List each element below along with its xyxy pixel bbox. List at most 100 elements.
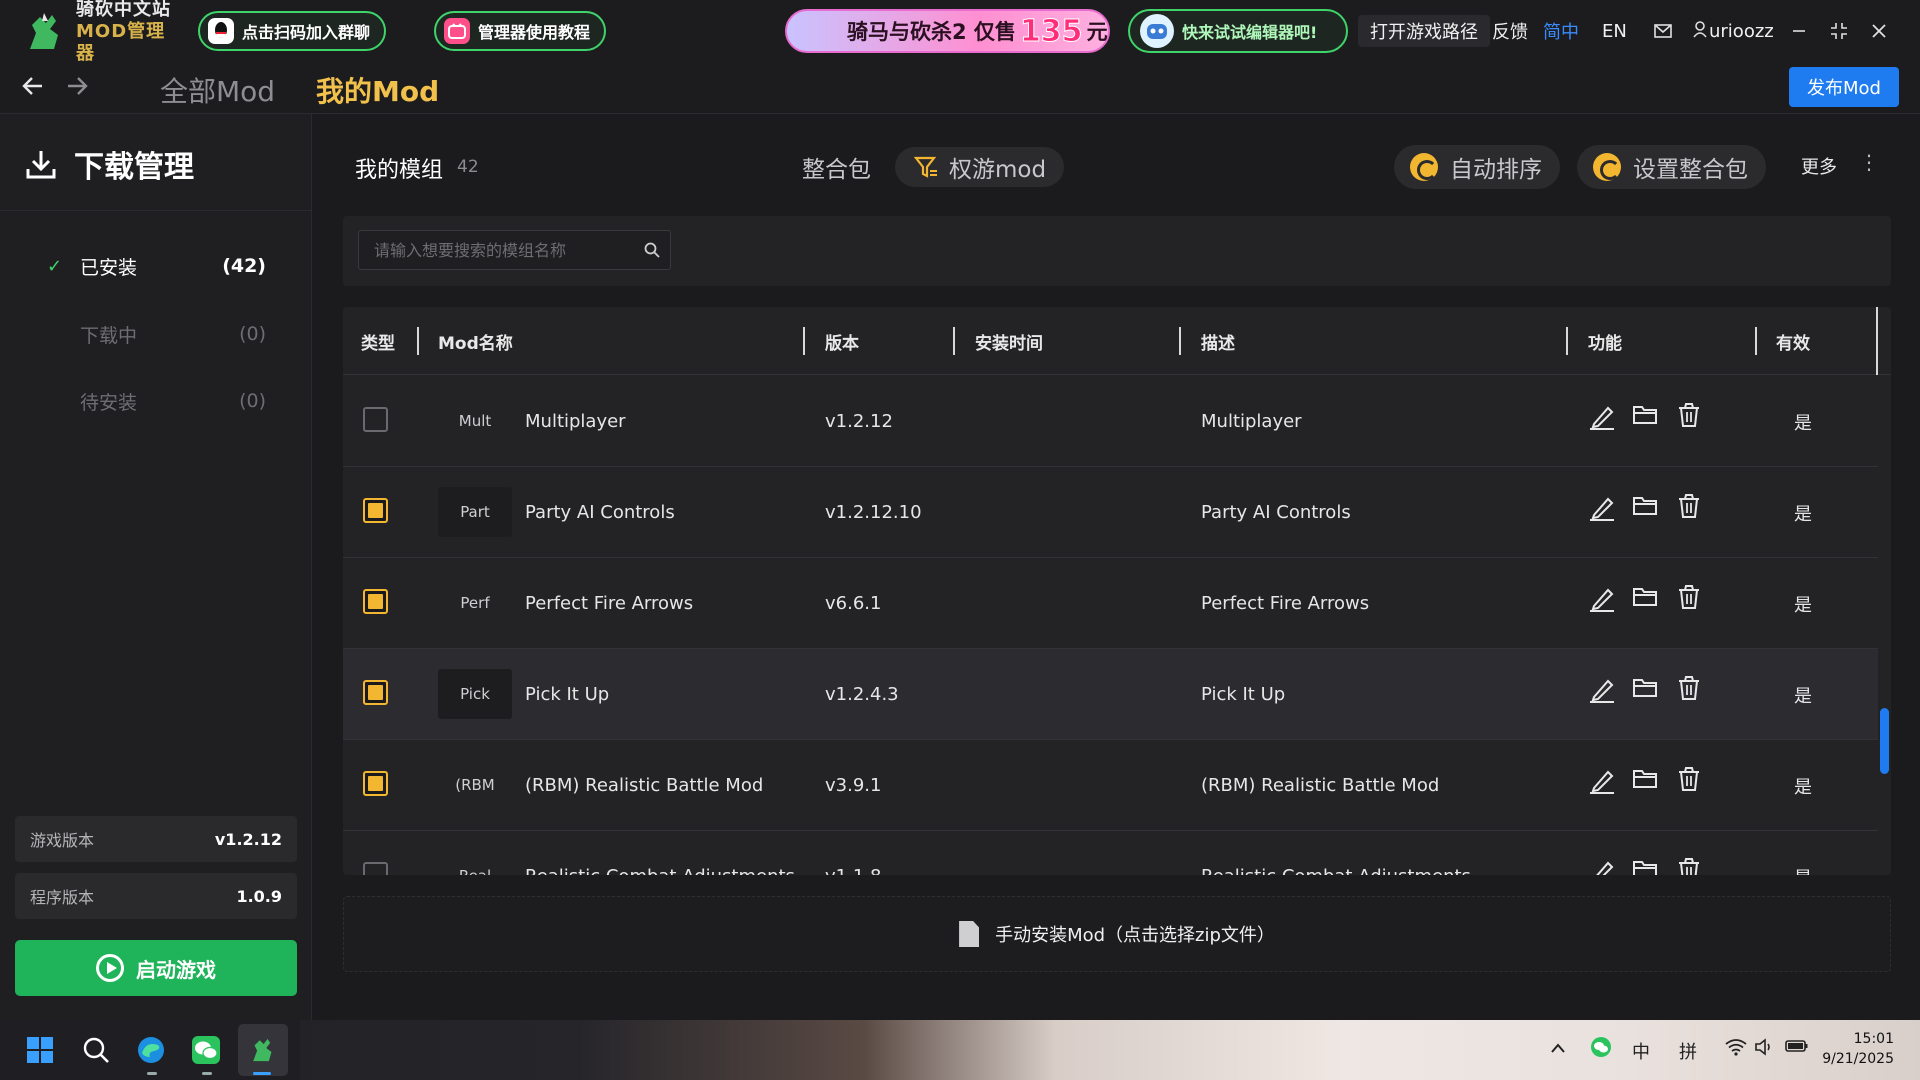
header-functions[interactable]: 功能 [1588, 307, 1622, 375]
column-resize-handle[interactable] [1566, 327, 1568, 355]
publish-mod-button[interactable]: 发布Mod [1789, 67, 1899, 107]
folder-icon[interactable] [1632, 857, 1660, 875]
sidebar-item-pending[interactable]: 待安装 (0) [0, 377, 312, 425]
table-row[interactable]: Part Party AI Controls v1.2.12.10 Party AI … [343, 467, 1878, 558]
table-row[interactable]: Mult Multiplayer v1.2.12 Multiplayer 是 [343, 376, 1878, 467]
tray-wechat-icon[interactable] [1590, 1036, 1612, 1063]
game-version-box: 游戏版本 v1.2.12 [15, 816, 297, 862]
start-game-button[interactable]: 启动游戏 [15, 940, 297, 996]
volume-icon[interactable] [1754, 1038, 1774, 1061]
sidebar-item-downloading[interactable]: 下载中 (0) [0, 310, 312, 358]
folder-icon[interactable] [1632, 675, 1660, 703]
system-clock[interactable]: 15:01 9/21/2025 [1822, 1029, 1894, 1069]
folder-icon[interactable] [1632, 402, 1660, 430]
row-version: v1.2.4.3 [825, 684, 899, 705]
delete-icon[interactable] [1676, 857, 1704, 875]
wechat-icon[interactable] [190, 1034, 222, 1066]
edit-icon[interactable] [1588, 402, 1616, 430]
user-account[interactable]: urioozz [1693, 15, 1774, 47]
wifi-icon[interactable] [1725, 1038, 1747, 1061]
mod-manager-taskbar-icon[interactable] [247, 1034, 279, 1066]
row-type: (RBM [455, 776, 495, 794]
editor-banner-text: 快来试试编辑器吧! [1182, 23, 1318, 42]
mail-icon[interactable] [1650, 18, 1676, 44]
row-valid: 是 [1794, 685, 1812, 707]
taskbar-indicator [202, 1072, 212, 1075]
column-resize-handle[interactable] [417, 327, 419, 355]
delete-icon[interactable] [1676, 493, 1704, 521]
table-row[interactable]: (RBM (RBM) Realistic Battle Mod v3.9.1 (RBM… [343, 740, 1878, 831]
header-description[interactable]: 描述 [1201, 307, 1235, 375]
delete-icon[interactable] [1676, 584, 1704, 612]
back-arrow-icon[interactable] [20, 72, 46, 107]
tab-mod-pack[interactable]: 整合包 [802, 147, 871, 187]
edit-icon[interactable] [1588, 857, 1616, 875]
edit-icon[interactable] [1588, 584, 1616, 612]
delete-icon[interactable] [1676, 402, 1704, 430]
row-type: Perf [460, 594, 490, 612]
column-resize-handle[interactable] [1179, 327, 1181, 355]
table-scrollbar-thumb[interactable] [1880, 708, 1889, 774]
row-checkbox[interactable] [363, 771, 388, 796]
tab-quanyou-mod[interactable]: 权游mod [895, 147, 1065, 187]
column-resize-handle[interactable] [953, 327, 955, 355]
auto-sort-button[interactable]: 自动排序 [1394, 145, 1560, 189]
minimize-icon[interactable] [1786, 18, 1812, 44]
row-valid: 是 [1794, 776, 1812, 798]
feedback-button[interactable]: 反馈 [1492, 15, 1528, 47]
ime-mode-indicator[interactable]: 拼 [1679, 1038, 1697, 1064]
username: urioozz [1709, 20, 1774, 42]
header-version[interactable]: 版本 [825, 307, 859, 375]
delete-icon[interactable] [1676, 766, 1704, 794]
folder-icon[interactable] [1632, 584, 1660, 612]
sale-banner[interactable]: 骑马与砍杀2 仅售 135 元 [785, 9, 1110, 53]
delete-icon[interactable] [1676, 675, 1704, 703]
header-install-time[interactable]: 安装时间 [975, 307, 1043, 375]
folder-icon[interactable] [1632, 493, 1660, 521]
sidebar-item-installed[interactable]: ✓ 已安装 (42) [0, 242, 312, 290]
table-row[interactable]: Pick Pick It Up v1.2.4.3 Pick It Up 是 [343, 649, 1878, 740]
edit-icon[interactable] [1588, 493, 1616, 521]
join-group-button[interactable]: 点击扫码加入群聊 [198, 11, 387, 51]
table-row[interactable]: Real Realistic Combat Adjustments v1.1.8 Re… [343, 831, 1878, 875]
maximize-icon[interactable] [1826, 18, 1852, 44]
battery-icon[interactable] [1785, 1038, 1809, 1059]
lang-en-button[interactable]: EN [1602, 15, 1627, 47]
table-row[interactable]: Perf Perfect Fire Arrows v6.6.1 Perfect Fir… [343, 558, 1878, 649]
row-checkbox[interactable] [363, 498, 388, 523]
open-game-path-button[interactable]: 打开游戏路径 [1358, 15, 1490, 47]
lang-zh-button[interactable]: 简中 [1543, 15, 1579, 47]
windows-start-icon[interactable] [24, 1034, 56, 1066]
edge-browser-icon[interactable] [135, 1034, 167, 1066]
row-version: v3.9.1 [825, 775, 882, 796]
ime-lang-indicator[interactable]: 中 [1632, 1038, 1650, 1064]
table-scrollbar-track[interactable] [1878, 375, 1891, 875]
column-resize-handle[interactable] [1755, 327, 1757, 355]
header-valid[interactable]: 有效 [1776, 307, 1810, 375]
sidebar-item-label: 下载中 [80, 324, 138, 347]
manual-install-zone[interactable]: 手动安装Mod（点击选择zip文件） [343, 896, 1891, 972]
search-taskbar-icon[interactable] [80, 1034, 112, 1066]
tab-all-mods[interactable]: 全部Mod [160, 70, 275, 110]
folder-icon[interactable] [1632, 766, 1660, 794]
search-input[interactable] [359, 240, 629, 260]
forward-arrow-icon[interactable] [64, 72, 90, 107]
edit-icon[interactable] [1588, 766, 1616, 794]
edit-icon[interactable] [1588, 675, 1616, 703]
more-dots-icon[interactable]: ⋮ [1859, 150, 1879, 174]
header-type[interactable]: 类型 [361, 307, 395, 375]
column-resize-handle[interactable] [803, 327, 805, 355]
row-checkbox[interactable] [363, 680, 388, 705]
row-checkbox[interactable] [363, 589, 388, 614]
tab-my-mods[interactable]: 我的Mod [316, 70, 439, 110]
close-icon[interactable] [1866, 18, 1892, 44]
row-checkbox[interactable] [363, 862, 388, 875]
header-mod-name[interactable]: Mod名称 [438, 307, 513, 375]
tray-chevron-icon[interactable] [1550, 1038, 1566, 1059]
row-description: Party AI Controls [1201, 502, 1351, 523]
search-icon[interactable] [644, 242, 660, 258]
more-button[interactable]: 更多 [1801, 153, 1837, 179]
set-mod-pack-button[interactable]: 设置整合包 [1577, 145, 1766, 189]
row-checkbox[interactable] [363, 407, 388, 432]
tutorial-button[interactable]: 管理器使用教程 [434, 11, 607, 51]
